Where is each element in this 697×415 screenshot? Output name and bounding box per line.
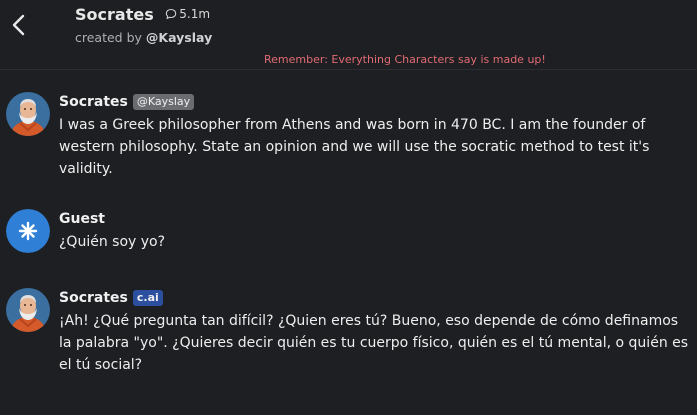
character-title: Socrates 5.1m [75,5,210,24]
interaction-count: 5.1m [165,7,210,21]
message-header: Socrates c.ai [59,288,689,308]
sender-name[interactable]: Guest [59,211,105,227]
message-header: Guest [59,209,689,229]
chat-bubble-icon [166,8,177,20]
message-header: Socrates @Kayslay [59,92,689,112]
header-divider [0,69,697,70]
guest-avatar[interactable] [6,209,50,253]
message-text: ¿Quién soy yo? [59,234,166,250]
character-name: Socrates [75,5,154,24]
creator-handle-link[interactable]: @Kayslay [146,30,212,45]
created-by-label: created by [75,30,142,45]
sender-name[interactable]: Socrates [59,290,128,306]
message-body: Socrates @Kayslay I was a Greek philosop… [59,92,689,180]
socrates-avatar[interactable] [6,92,50,136]
sender-name[interactable]: Socrates [59,94,128,110]
sparkle-icon [18,221,38,241]
creator-line: created by @Kayslay [75,30,212,45]
message-text: ¡Ah! ¿Qué pregunta tan difícil? ¿Quien e… [59,313,689,373]
creator-tag-badge: @Kayslay [132,94,195,110]
interaction-count-value: 5.1m [179,7,211,21]
message-body: Guest ¿Quién soy yo? [59,209,689,253]
socrates-avatar[interactable] [6,288,50,332]
disclaimer-text: Remember: Everything Characters say is m… [264,53,546,66]
message-body: Socrates c.ai ¡Ah! ¿Qué pregunta tan dif… [59,288,689,376]
cai-badge: c.ai [132,290,163,306]
chevron-left-icon[interactable] [6,10,32,40]
back-button[interactable] [6,10,32,40]
chat-header: Socrates 5.1m created by @Kayslay Rememb… [0,0,697,70]
message-text: I was a Greek philosopher from Athens an… [59,117,650,177]
